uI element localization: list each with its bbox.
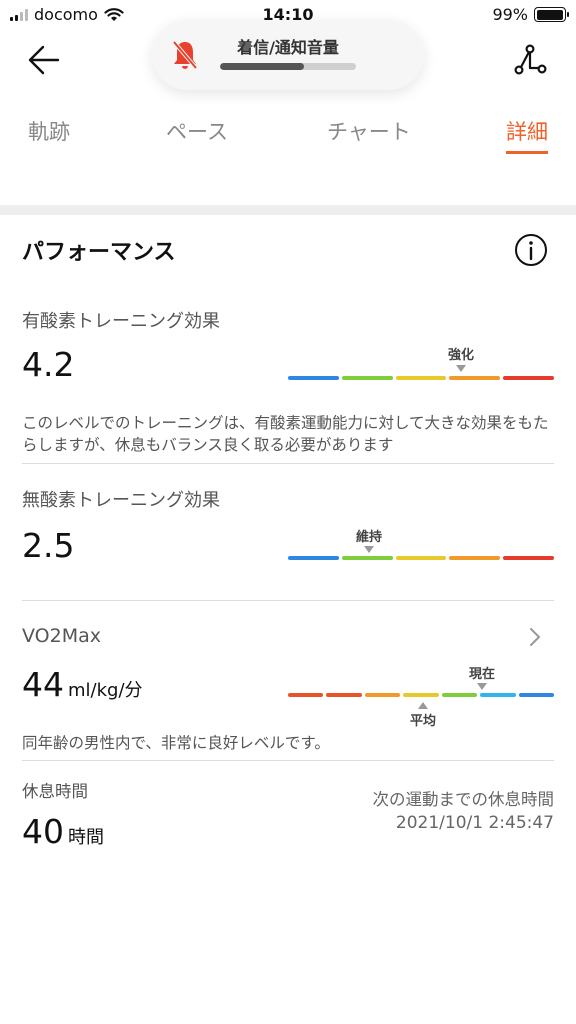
anaerobic-scale-seg-3 — [395, 556, 447, 560]
anaerobic-label: 無酸素トレーニング効果 — [22, 490, 220, 511]
vo2max-scale-seg-6 — [480, 693, 516, 697]
anaerobic-scale — [288, 556, 554, 560]
divider-line — [22, 463, 554, 464]
rest-label: 休息時間 — [22, 782, 88, 801]
arrow-left-icon[interactable] — [26, 42, 62, 78]
next-workout-label: 次の運動までの休息時間 — [372, 790, 555, 809]
vo2max-label[interactable]: VO2Max — [22, 625, 101, 647]
tab-track[interactable]: 軌跡 — [28, 116, 70, 146]
anaerobic-scale-seg-1 — [288, 556, 339, 560]
aerobic-scale-seg-3 — [395, 376, 447, 380]
anaerobic-marker — [364, 546, 374, 553]
section-divider — [0, 205, 576, 215]
vo2max-description: 同年齢の男性内で、非常に良好レベルです。 — [22, 734, 330, 752]
anaerobic-value: 2.5 — [22, 526, 75, 565]
anaerobic-scale-seg-4 — [449, 556, 501, 560]
rest-value: 40 — [22, 812, 64, 851]
chevron-right-icon[interactable] — [526, 626, 544, 648]
vo2max-unit: ml/kg/分 — [68, 680, 143, 701]
info-circle-icon[interactable] — [514, 233, 548, 267]
aerobic-value: 4.2 — [22, 345, 75, 384]
volume-overlay: 着信/通知音量 — [152, 20, 424, 90]
aerobic-description: このレベルでのトレーニングは、有酸素運動能力に対して大きな効果をもたらしますが、… — [22, 414, 549, 454]
aerobic-scale-seg-2 — [341, 376, 393, 380]
anaerobic-scale-seg-2 — [341, 556, 393, 560]
tab-chart[interactable]: チャート — [327, 116, 411, 146]
bell-muted-icon — [172, 40, 198, 70]
battery-icon — [534, 7, 569, 22]
volume-slider[interactable] — [220, 63, 356, 70]
vo2max-average-label: 平均 — [409, 714, 436, 729]
aerobic-scale — [288, 376, 554, 380]
volume-slider-fill — [220, 63, 305, 70]
vo2max-scale-seg-7 — [518, 693, 554, 697]
aerobic-scale-seg-5 — [503, 376, 554, 380]
vo2max-average-marker — [418, 702, 428, 709]
divider-line — [22, 760, 554, 761]
status-right: 99% — [492, 5, 569, 24]
vo2max-scale-seg-5 — [441, 693, 478, 697]
battery-fill — [536, 9, 564, 20]
aerobic-marker-label: 強化 — [447, 348, 474, 363]
vo2max-current-marker — [477, 683, 487, 690]
vo2max-scale — [288, 693, 554, 697]
tab-details[interactable]: 詳細 — [506, 116, 548, 146]
next-workout-time: 2021/10/1 2:45:47 — [395, 813, 554, 833]
divider-line — [22, 600, 554, 601]
vo2max-value-row: 44 ml/kg/分 — [22, 665, 143, 704]
share-graph-icon[interactable] — [512, 42, 548, 78]
vo2max-current-label: 現在 — [468, 667, 495, 682]
aerobic-label: 有酸素トレーニング効果 — [22, 311, 220, 332]
aerobic-marker — [456, 365, 466, 372]
vo2max-scale-seg-2 — [326, 693, 362, 697]
tab-bar: 軌跡 ペース チャート 詳細 — [0, 116, 576, 166]
section-title: パフォーマンス — [22, 240, 176, 265]
battery-percent: 99% — [492, 5, 528, 24]
vo2max-scale-seg-1 — [288, 693, 324, 697]
aerobic-scale-seg-1 — [288, 376, 339, 380]
vo2max-scale-seg-4 — [403, 693, 439, 697]
vo2max-scale-seg-3 — [364, 693, 401, 697]
anaerobic-marker-label: 維持 — [355, 530, 382, 545]
tab-pace[interactable]: ペース — [166, 116, 228, 146]
rest-value-row: 40 時間 — [22, 812, 104, 851]
rest-unit: 時間 — [68, 827, 104, 848]
aerobic-scale-seg-4 — [449, 376, 501, 380]
anaerobic-scale-seg-5 — [503, 556, 554, 560]
tab-active-indicator — [506, 151, 548, 154]
vo2max-value: 44 — [22, 665, 64, 704]
volume-label: 着信/通知音量 — [237, 38, 339, 57]
